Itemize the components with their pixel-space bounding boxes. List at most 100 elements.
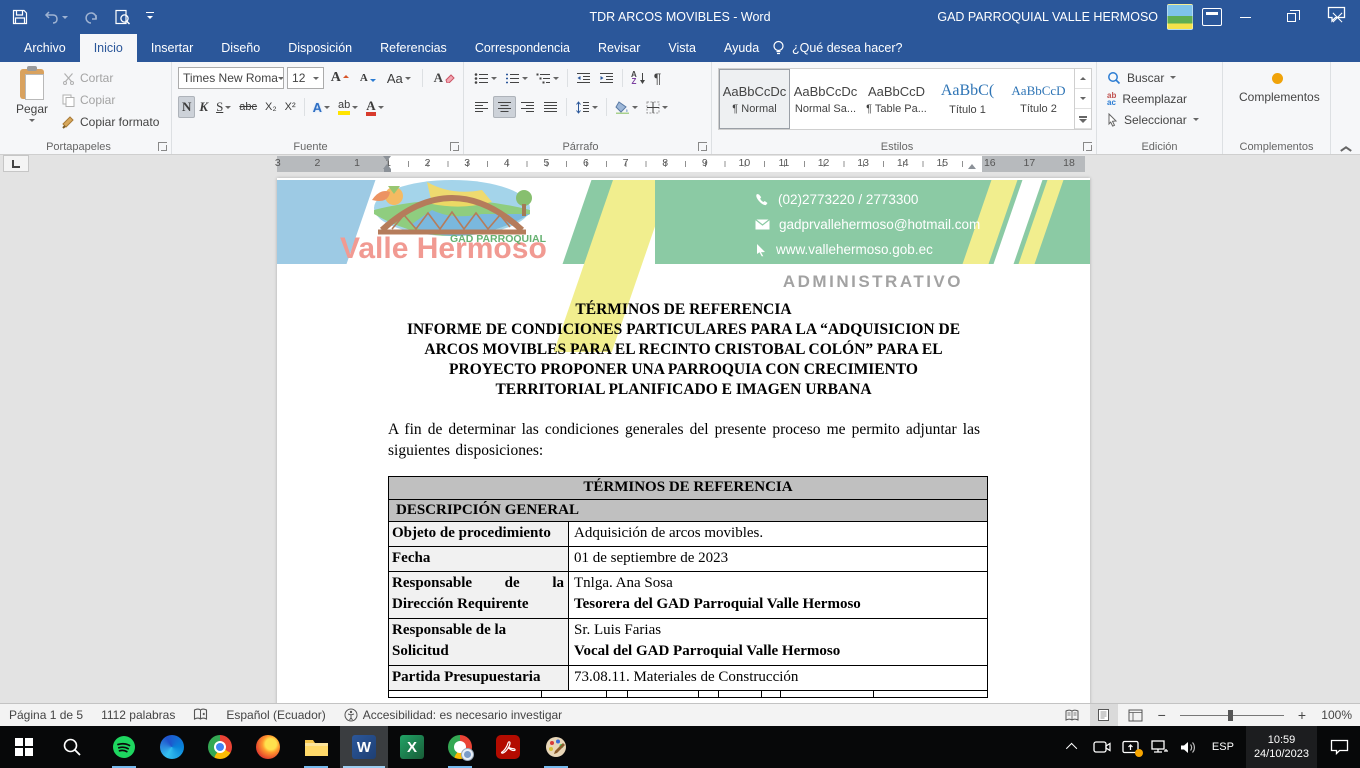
table-row[interactable]: Fecha 01 de septiembre de 2023 bbox=[389, 546, 987, 571]
table-row-label[interactable]: Fecha bbox=[389, 547, 569, 571]
read-mode-button[interactable] bbox=[1058, 704, 1086, 726]
taskbar-file-explorer[interactable] bbox=[292, 726, 340, 768]
highlight-color-button[interactable]: ab bbox=[334, 96, 362, 118]
taskbar-acrobat[interactable] bbox=[484, 726, 532, 768]
taskbar-chrome[interactable] bbox=[196, 726, 244, 768]
shrink-font-button[interactable]: A bbox=[356, 67, 380, 89]
format-painter-button[interactable]: Copiar formato bbox=[62, 113, 159, 131]
document-page[interactable]: (02)2773220 / 2773300 gadprvallehermoso@… bbox=[277, 178, 1090, 703]
taskbar-paint[interactable] bbox=[532, 726, 580, 768]
table-row[interactable]: Responsable de la Solicitud Sr. Luis Far… bbox=[389, 618, 987, 665]
table-row-label[interactable]: Responsable de la Dirección Requirente bbox=[389, 572, 569, 618]
select-button[interactable]: Seleccionar bbox=[1107, 109, 1218, 130]
table-row-value[interactable]: 73.08.11. Materiales de Construcción bbox=[569, 666, 987, 690]
volume-icon[interactable] bbox=[1178, 740, 1200, 755]
action-center-icon[interactable] bbox=[1324, 739, 1354, 755]
meet-now-icon[interactable] bbox=[1091, 740, 1113, 754]
style-item[interactable]: AaBbCcD ¶ Table Pa... bbox=[861, 69, 932, 129]
ribbon-tab[interactable]: Insertar bbox=[137, 34, 207, 62]
ribbon-tab[interactable]: Disposición bbox=[274, 34, 366, 62]
borders-button[interactable] bbox=[642, 96, 672, 118]
find-button[interactable]: Buscar bbox=[1107, 67, 1218, 88]
styles-dialog-launcher-icon[interactable] bbox=[1083, 142, 1092, 151]
zoom-out-button[interactable]: − bbox=[1154, 707, 1170, 723]
superscript-button[interactable]: X² bbox=[281, 96, 300, 118]
taskbar-word[interactable]: W bbox=[340, 726, 388, 768]
addins-button[interactable]: Complementos bbox=[1229, 73, 1326, 104]
screenshare-notification-icon[interactable] bbox=[1120, 740, 1142, 755]
network-icon[interactable] bbox=[1149, 740, 1171, 755]
text-effects-button[interactable]: A bbox=[309, 96, 334, 118]
subscript-button[interactable]: X₂ bbox=[261, 96, 281, 118]
undo-icon[interactable] bbox=[43, 10, 68, 25]
print-preview-icon[interactable] bbox=[114, 9, 131, 26]
show-formatting-marks-button[interactable]: ¶ bbox=[650, 67, 666, 89]
style-item[interactable]: AaBbCcDc Normal Sa... bbox=[790, 69, 861, 129]
horizontal-ruler[interactable]: 321 123456789101112131415 161718 bbox=[277, 156, 1085, 172]
taskbar-edge[interactable] bbox=[148, 726, 196, 768]
paragraph-dialog-launcher-icon[interactable] bbox=[698, 142, 707, 151]
undo-dropdown-icon[interactable] bbox=[62, 16, 68, 22]
font-color-button[interactable]: A bbox=[362, 96, 387, 118]
font-dialog-launcher-icon[interactable] bbox=[450, 142, 459, 151]
collapse-ribbon-icon[interactable] bbox=[1340, 144, 1350, 150]
document-table[interactable]: TÉRMINOS DE REFERENCIA DESCRIPCIÓN GENER… bbox=[388, 476, 988, 698]
strikethrough-button[interactable]: abc bbox=[235, 96, 261, 118]
left-indent-marker[interactable] bbox=[383, 160, 391, 169]
ribbon-tab[interactable]: Referencias bbox=[366, 34, 461, 62]
hidden-icons-chevron[interactable] bbox=[1062, 743, 1084, 751]
italic-button[interactable]: K bbox=[195, 96, 212, 118]
increase-indent-button[interactable] bbox=[595, 67, 618, 89]
right-indent-marker[interactable] bbox=[968, 160, 976, 169]
ribbon-display-options-icon[interactable] bbox=[1202, 8, 1222, 26]
style-item[interactable]: AaBbCcDc ¶ Normal bbox=[719, 69, 790, 129]
styles-scroll-up-icon[interactable] bbox=[1075, 69, 1091, 89]
ribbon-tab[interactable]: Diseño bbox=[207, 34, 274, 62]
line-spacing-button[interactable] bbox=[571, 96, 602, 118]
table-title-row[interactable]: TÉRMINOS DE REFERENCIA bbox=[389, 477, 987, 499]
web-layout-button[interactable] bbox=[1122, 704, 1150, 726]
table-row-value[interactable]: Tnlga. Ana Sosa Tesorera del GAD Parroqu… bbox=[569, 572, 987, 618]
table-row-value[interactable]: Adquisición de arcos movibles. bbox=[569, 522, 987, 546]
taskbar-excel[interactable]: X bbox=[388, 726, 436, 768]
align-right-button[interactable] bbox=[516, 96, 539, 118]
ribbon-tab[interactable]: Inicio bbox=[80, 34, 137, 62]
restore-button[interactable] bbox=[1268, 0, 1314, 34]
align-center-button[interactable] bbox=[493, 96, 516, 118]
zoom-in-button[interactable]: + bbox=[1294, 707, 1310, 723]
minimize-button[interactable] bbox=[1222, 0, 1268, 34]
bullets-button[interactable] bbox=[470, 67, 501, 89]
table-row[interactable]: Responsable de la Dirección Requirente T… bbox=[389, 571, 987, 618]
search-button[interactable] bbox=[48, 726, 96, 768]
taskbar-firefox[interactable] bbox=[244, 726, 292, 768]
intro-paragraph[interactable]: A fin de determinar las condiciones gene… bbox=[388, 419, 980, 461]
table-row[interactable]: Partida Presupuestaria 73.08.11. Materia… bbox=[389, 665, 987, 690]
tab-stop-selector[interactable] bbox=[3, 155, 29, 172]
taskbar-chrome-profile[interactable] bbox=[436, 726, 484, 768]
taskbar-spotify[interactable] bbox=[100, 726, 148, 768]
ribbon-tab[interactable]: Correspondencia bbox=[461, 34, 584, 62]
change-case-button[interactable]: Aa bbox=[383, 67, 415, 89]
table-subtitle-row[interactable]: DESCRIPCIÓN GENERAL bbox=[389, 499, 987, 521]
shading-button[interactable] bbox=[611, 96, 642, 118]
underline-button[interactable]: S bbox=[212, 96, 235, 118]
word-count[interactable]: 1112 palabras bbox=[92, 704, 184, 726]
language-indicator[interactable]: Español (Ecuador) bbox=[217, 704, 334, 726]
accessibility-status[interactable]: Accesibilidad: es necesario investigar bbox=[335, 704, 571, 726]
ribbon-tab[interactable]: Vista bbox=[654, 34, 710, 62]
numbering-button[interactable] bbox=[501, 67, 532, 89]
zoom-slider[interactable] bbox=[1180, 715, 1284, 716]
align-left-button[interactable] bbox=[470, 96, 493, 118]
table-row-label[interactable]: Objeto de procedimiento bbox=[389, 522, 569, 546]
decrease-indent-button[interactable] bbox=[572, 67, 595, 89]
proofing-status[interactable] bbox=[184, 704, 217, 726]
copy-button[interactable]: Copiar bbox=[62, 91, 159, 109]
tell-me-box[interactable]: ¿Qué desea hacer? bbox=[772, 34, 903, 62]
paste-button[interactable]: Pegar bbox=[6, 69, 58, 131]
ribbon-tab[interactable]: Revisar bbox=[584, 34, 654, 62]
font-size-combobox[interactable]: 12 bbox=[287, 67, 324, 89]
language-switcher[interactable]: ESP bbox=[1207, 741, 1239, 753]
style-item[interactable]: AaBbCcD Título 2 bbox=[1003, 69, 1074, 129]
zoom-slider-handle[interactable] bbox=[1228, 710, 1233, 721]
clipboard-dialog-launcher-icon[interactable] bbox=[158, 142, 167, 151]
